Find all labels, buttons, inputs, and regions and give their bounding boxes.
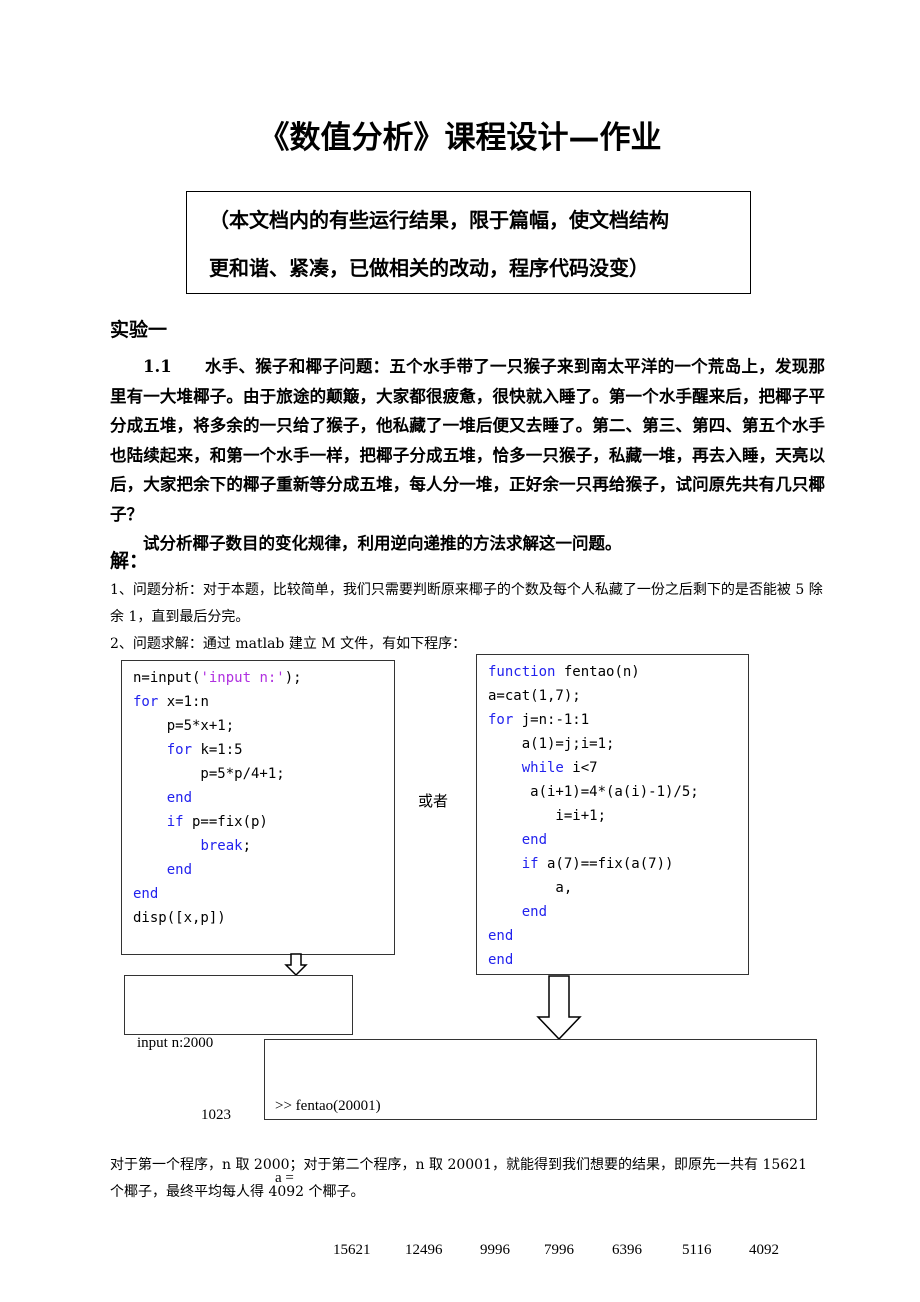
code-text: k=1:5 [192,742,243,758]
code-keyword: end [488,928,514,944]
code-block-loop: n=input('input n:'); for x=1:n p=5*x+1; f… [121,660,395,955]
code-line: a(1)=j;i=1; [488,732,748,756]
code-line: for k=1:5 [133,738,394,762]
code-text: ); [284,670,302,686]
code-line: p=5*p/4+1; [133,762,394,786]
problem-number: 1.1 [143,357,172,376]
conclusion-text: 对于第一个程序，n 取 2000；对于第二个程序，n 取 20001，就能得到我… [110,1157,807,1200]
output-value: 12496 [405,1242,443,1258]
code-keyword: end [166,862,193,878]
output-value: 6396 [612,1242,642,1258]
output-box-2: >> fentao(20001) a = 15621 12496 9996 7996 6… [264,1039,817,1258]
problem-statement: 1.1 水手、猴子和椰子问题：五个水手带了一只猴子来到南太平洋的一个荒岛上，发现那… [110,352,825,559]
document-page: 《数值分析》课程设计—作业 （本文档内的有些运行结果，限于篇幅，使文档结构 更和… [0,0,920,1302]
code-text: a, [488,880,573,896]
code-text: a=cat(1,7); [488,688,581,704]
output-box-1: input n:2000 102315621 [124,975,353,1123]
code-keyword: if [521,856,539,872]
output-value: 15621 [333,1242,371,1258]
code-text: disp([x,p]) [133,910,226,926]
note-line: （本文档内的有些运行结果，限于篇幅，使文档结构 [209,208,669,232]
code-text: p=5*x+1; [133,718,235,734]
code-line: end [133,882,394,906]
code-line: end [133,786,394,810]
code-line: i=i+1; [488,804,748,828]
code-keyword: break [200,838,243,854]
code-keyword: if [166,814,184,830]
code-text: p==fix(p) [183,814,268,830]
code-text: x=1:n [158,694,209,710]
code-keyword: function [488,664,556,680]
output-value: 4092 [749,1242,779,1258]
code-line: if p==fix(p) [133,810,394,834]
code-string: 'input n:' [200,670,285,686]
code-keyword: for [166,742,193,758]
arrow-down-icon [536,975,582,1041]
note-line: 更和谐、紧凑，已做相关的改动，程序代码没变） [209,256,649,280]
code-text: a(i+1)=4*(a(i)-1)/5; [488,784,699,800]
code-line: while i<7 [488,756,748,780]
code-text: a(1)=j;i=1; [488,736,615,752]
output-value: 5116 [682,1242,712,1258]
code-text: i<7 [563,760,598,776]
code-line: a, [488,876,748,900]
code-line: end [488,948,748,972]
code-line: end [488,900,748,924]
code-keyword: end [521,832,548,848]
output-value: 1023 [201,1107,231,1123]
code-keyword: end [166,790,193,806]
problem-task: 试分析椰子数目的变化规律，利用逆向递推的方法求解这一问题。 [143,534,622,553]
code-line: n=input('input n:'); [133,666,394,690]
code-line: end [133,858,394,882]
code-text: p=5*p/4+1; [133,766,285,782]
code-text: fentao(n) [555,664,640,680]
analysis-text: 1、问题分析：对于本题，比较简单，我们只需要判断原来椰子的个数及每个人私藏了一份… [110,582,823,625]
code-line: for j=n:-1:1 [488,708,748,732]
document-title: 《数值分析》课程设计—作业 [258,120,662,156]
code-line: disp([x,p]) [133,906,394,930]
code-line: end [488,924,748,948]
code-keyword: end [488,952,514,968]
output-command: >> fentao(20001) [275,1098,381,1114]
code-text: a(7)==fix(a(7)) [538,856,674,872]
code-line: a=cat(1,7); [488,684,748,708]
code-keyword: for [133,694,159,710]
code-block-function: function fentao(n) a=cat(1,7); for j=n:-1:… [476,654,749,975]
section-heading: 实验一 [110,319,168,341]
code-keyword: end [521,904,548,920]
code-line: a(i+1)=4*(a(i)-1)/5; [488,780,748,804]
code-line: for x=1:n [133,690,394,714]
code-keyword: while [521,760,564,776]
code-text: ; [242,838,252,854]
code-text: i=i+1; [488,808,607,824]
problem-text: 水手、猴子和椰子问题：五个水手带了一只猴子来到南太平洋的一个荒岛上，发现那里有一… [110,357,825,524]
code-keyword: end [133,886,159,902]
output-value: 9996 [480,1242,510,1258]
note-box: （本文档内的有些运行结果，限于篇幅，使文档结构 更和谐、紧凑，已做相关的改动，程… [186,191,751,294]
arrow-down-icon [284,953,308,977]
code-line: p=5*x+1; [133,714,394,738]
code-keyword: for [488,712,514,728]
code-line: break; [133,834,394,858]
code-line: function fentao(n) [488,660,748,684]
output-value: 7996 [544,1242,574,1258]
or-label: 或者 [418,792,449,810]
solution-heading: 解： [110,550,149,572]
code-text: n=input( [133,670,201,686]
code-line: if a(7)==fix(a(7)) [488,852,748,876]
code-line: end [488,828,748,852]
code-text: j=n:-1:1 [513,712,590,728]
